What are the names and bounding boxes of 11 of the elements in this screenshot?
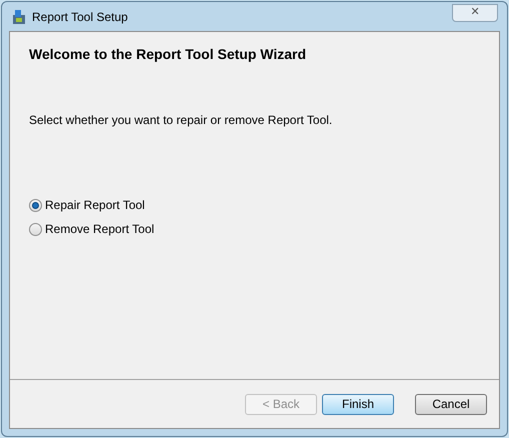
- radio-button[interactable]: [29, 222, 42, 236]
- radio-option[interactable]: Repair Report Tool: [29, 196, 480, 214]
- radio-button[interactable]: [29, 198, 42, 212]
- wizard-button[interactable]: Finish: [322, 394, 394, 414]
- radio-option[interactable]: Remove Report Tool: [29, 220, 480, 238]
- instruction-text: Select whether you want to repair or remove Report Tool.: [29, 112, 334, 129]
- wizard-button[interactable]: Cancel: [415, 394, 487, 414]
- installer-icon: [11, 8, 27, 24]
- wizard-heading: Welcome to the Report Tool Setup Wizard: [29, 45, 308, 64]
- window-title: Report Tool Setup: [32, 8, 128, 26]
- close-button[interactable]: ✕: [452, 4, 498, 22]
